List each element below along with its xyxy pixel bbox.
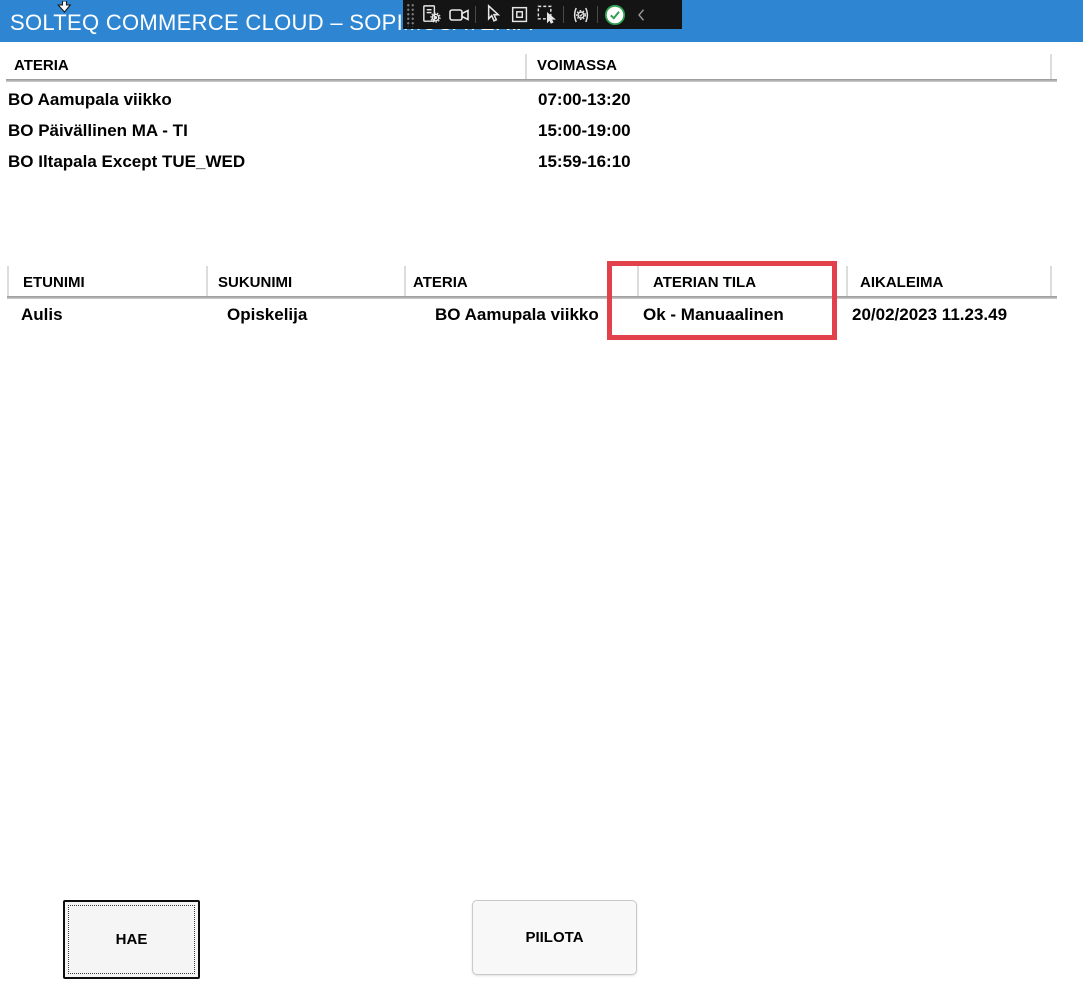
cell-voimassa: 15:59-16:10 bbox=[538, 152, 631, 172]
hae-button[interactable]: HAE bbox=[63, 900, 200, 979]
column-header-ateria[interactable]: ATERIA bbox=[413, 274, 468, 291]
table-row[interactable]: BO Iltapala Except TUE_WED 15:59-16:10 bbox=[6, 150, 1057, 180]
cell-ateria: BO Aamupala viikko bbox=[435, 305, 599, 325]
chevron-left-icon[interactable] bbox=[628, 1, 655, 28]
region-select-icon[interactable] bbox=[506, 1, 533, 28]
recorder-settings-icon[interactable] bbox=[418, 1, 445, 28]
column-divider bbox=[525, 54, 527, 79]
recorder-toolbar bbox=[403, 0, 682, 29]
header-underline bbox=[6, 79, 1057, 82]
toolbar-separator bbox=[563, 6, 564, 23]
toolbar-drag-handle[interactable] bbox=[405, 2, 415, 27]
column-header-ateria[interactable]: ATERIA bbox=[14, 57, 69, 74]
column-divider bbox=[637, 266, 639, 296]
column-header-etunimi[interactable]: ETUNIMI bbox=[23, 274, 85, 291]
toolbar-separator bbox=[597, 6, 598, 23]
selection-cursor-icon[interactable] bbox=[533, 1, 560, 28]
cell-ateria: BO Aamupala viikko bbox=[8, 90, 172, 110]
cell-etunimi: Aulis bbox=[21, 305, 63, 325]
column-header-voimassa[interactable]: VOIMASSA bbox=[537, 57, 617, 74]
cursor-icon[interactable] bbox=[479, 1, 506, 28]
column-divider bbox=[7, 266, 9, 296]
column-header-aterian-tila[interactable]: ATERIAN TILA bbox=[653, 274, 756, 291]
header-underline bbox=[7, 296, 1057, 299]
cell-voimassa: 07:00-13:20 bbox=[538, 90, 631, 110]
mouse-cursor-icon bbox=[57, 0, 72, 18]
cell-aikaleima: 20/02/2023 11.23.49 bbox=[852, 305, 1007, 325]
table-row[interactable]: BO Päivällinen MA - TI 15:00-19:00 bbox=[6, 119, 1057, 149]
column-header-aikaleima[interactable]: AIKALEIMA bbox=[860, 274, 943, 291]
cell-ateria: BO Päivällinen MA - TI bbox=[8, 121, 188, 141]
column-divider bbox=[404, 266, 406, 296]
column-divider bbox=[1050, 266, 1052, 296]
toolbar-separator bbox=[475, 6, 476, 23]
column-divider bbox=[1050, 54, 1052, 79]
cell-voimassa: 15:00-19:00 bbox=[538, 121, 631, 141]
column-divider bbox=[846, 266, 848, 296]
piilota-button[interactable]: PIILOTA bbox=[472, 900, 637, 975]
column-header-sukunimi[interactable]: SUKUNIMI bbox=[218, 274, 292, 291]
cell-aterian-tila: Ok - Manuaalinen bbox=[643, 305, 784, 325]
check-success-icon[interactable] bbox=[601, 1, 628, 28]
cell-sukunimi: Opiskelija bbox=[227, 305, 307, 325]
table-row[interactable]: Aulis Opiskelija BO Aamupala viikko Ok -… bbox=[7, 303, 1058, 333]
cell-ateria: BO Iltapala Except TUE_WED bbox=[8, 152, 245, 172]
video-camera-icon[interactable] bbox=[445, 1, 472, 28]
column-divider bbox=[206, 266, 208, 296]
code-gear-icon[interactable] bbox=[567, 1, 594, 28]
table-row[interactable]: BO Aamupala viikko 07:00-13:20 bbox=[6, 88, 1057, 118]
